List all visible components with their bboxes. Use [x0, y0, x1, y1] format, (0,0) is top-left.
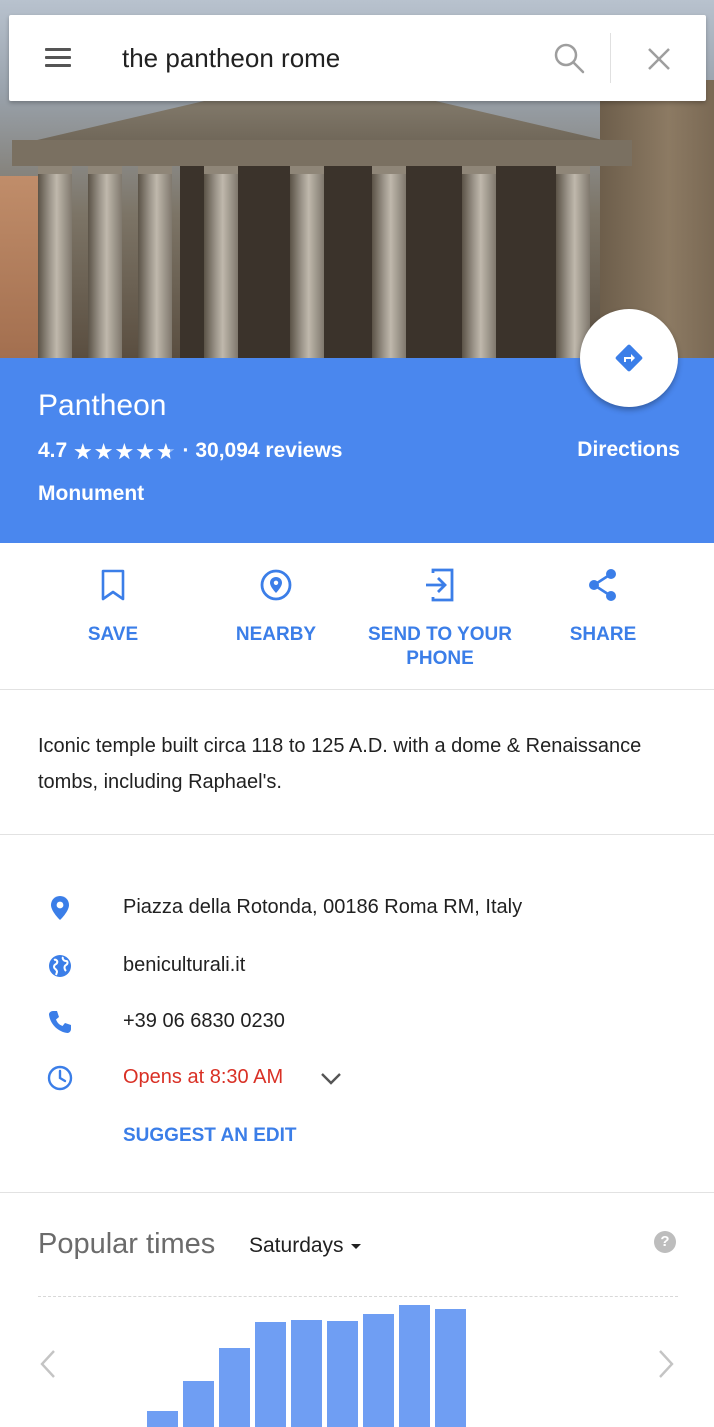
help-icon[interactable]: ?	[654, 1231, 676, 1253]
review-count: · 30,094 reviews	[182, 439, 343, 462]
directions-icon	[615, 344, 643, 372]
photo-column	[290, 166, 324, 358]
chevron-down-icon[interactable]	[320, 1072, 342, 1086]
close-icon[interactable]	[643, 43, 675, 75]
photo-building-left	[0, 176, 40, 358]
website-link[interactable]: beniculturali.it	[123, 954, 245, 977]
action-row: SAVE NEARBY SEND TO YOUR PHONE SHARE	[0, 543, 714, 689]
nearby-button[interactable]: NEARBY	[191, 565, 361, 647]
suggest-edit-button[interactable]: SUGGEST AN EDIT	[123, 1125, 296, 1147]
photo-column	[556, 166, 590, 358]
popular-times-bar[interactable]	[219, 1348, 250, 1427]
rating-row[interactable]: 4.7 ★★★★★ ★★★★★ · 30,094 reviews	[38, 439, 342, 465]
section-divider	[0, 834, 714, 835]
bookmark-icon	[101, 569, 125, 601]
photo-frieze	[12, 140, 632, 166]
website-row[interactable]: beniculturali.it	[0, 948, 714, 988]
hours-status: Opens at 8:30 AM	[123, 1066, 284, 1088]
clock-icon	[47, 1065, 73, 1091]
rating-value: 4.7	[38, 439, 68, 462]
save-button[interactable]: SAVE	[28, 565, 198, 647]
directions-button[interactable]	[580, 309, 678, 407]
rating-stars: ★★★★★ ★★★★★	[73, 439, 177, 464]
photo-column	[204, 166, 238, 358]
address-text: Piazza della Rotonda, 00186 Roma RM, Ita…	[123, 896, 523, 918]
menu-icon[interactable]	[41, 43, 75, 73]
place-title: Pantheon	[38, 389, 167, 422]
photo-column	[138, 166, 172, 358]
popular-times-bar[interactable]	[399, 1305, 430, 1427]
phone-icon	[49, 1011, 71, 1033]
dropdown-caret-icon	[350, 1243, 361, 1249]
photo-column	[88, 166, 122, 358]
popular-times-bar[interactable]	[363, 1314, 394, 1427]
photo-column	[38, 166, 72, 358]
share-button[interactable]: SHARE	[518, 565, 688, 647]
popular-times-bar[interactable]	[327, 1321, 358, 1427]
search-icon[interactable]	[552, 41, 588, 77]
day-selector-value: Saturdays	[249, 1234, 344, 1257]
popular-times-bar[interactable]	[147, 1411, 178, 1427]
day-selector[interactable]: Saturdays	[249, 1234, 361, 1258]
nearby-icon	[260, 569, 292, 601]
place-description: Iconic temple built circa 118 to 125 A.D…	[38, 735, 642, 793]
place-category: Monument	[38, 482, 145, 505]
photo-column	[372, 166, 406, 358]
directions-label[interactable]: Directions	[577, 438, 680, 462]
popular-times-bars	[0, 1296, 714, 1427]
search-input[interactable]: the pantheon rome	[122, 43, 340, 74]
hours-row[interactable]: Opens at 8:30 AM	[0, 1060, 714, 1100]
phone-number: +39 06 6830 0230	[123, 1010, 285, 1032]
search-bar: the pantheon rome	[9, 15, 706, 101]
section-divider	[0, 689, 714, 690]
send-to-phone-button[interactable]: SEND TO YOUR PHONE	[355, 565, 525, 671]
search-bar-divider	[610, 33, 611, 83]
popular-times-bar[interactable]	[183, 1381, 214, 1427]
popular-times-title: Popular times	[38, 1228, 216, 1260]
send-to-phone-icon	[426, 568, 454, 602]
share-icon	[589, 569, 616, 601]
location-pin-icon	[51, 896, 69, 920]
popular-times-bar[interactable]	[255, 1322, 286, 1427]
phone-row[interactable]: +39 06 6830 0230	[0, 1004, 714, 1044]
address-row[interactable]: Piazza della Rotonda, 00186 Roma RM, Ita…	[0, 890, 714, 930]
globe-icon	[49, 955, 71, 977]
popular-times-bar[interactable]	[291, 1320, 322, 1427]
popular-times-bar[interactable]	[435, 1309, 466, 1427]
section-divider	[0, 1192, 714, 1193]
photo-column	[462, 166, 496, 358]
